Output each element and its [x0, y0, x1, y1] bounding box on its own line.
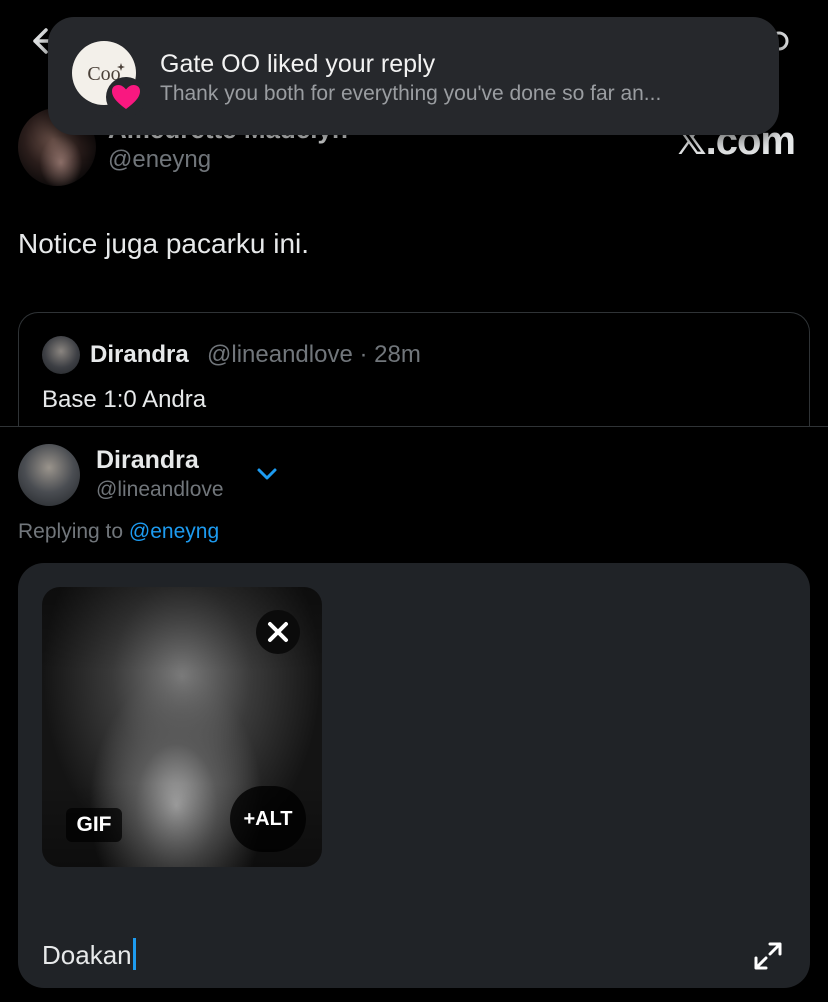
close-icon — [268, 622, 288, 642]
remove-gif-button[interactable] — [256, 610, 300, 654]
replying-to-handle-link[interactable]: @eneyng — [129, 520, 219, 543]
reply-text-input[interactable]: Doakan — [42, 938, 136, 971]
author-handle: @lineandlove — [96, 478, 224, 501]
gif-badge: GIF — [66, 808, 122, 842]
quoted-tweet-avatar — [42, 336, 80, 374]
replying-to-label: Replying to @eneyng — [18, 520, 219, 544]
text-cursor — [132, 938, 136, 970]
compose-divider — [0, 426, 828, 427]
expand-icon[interactable] — [752, 940, 784, 972]
reply-text-value: Doakan — [42, 940, 132, 970]
author-display-name: Dirandra — [96, 446, 199, 474]
notification-title: Gate OO liked your reply — [160, 50, 436, 78]
like-badge — [106, 77, 146, 117]
add-alt-text-button[interactable]: +ALT — [230, 786, 306, 852]
replying-to-prefix: Replying to — [18, 520, 129, 543]
notification-body: Thank you both for everything you've don… — [160, 82, 662, 105]
heart-icon — [112, 85, 140, 109]
chevron-down-icon[interactable] — [256, 466, 278, 482]
original-tweet-handle[interactable]: @eneyng — [108, 146, 211, 174]
quoted-tweet-display-name: Dirandra — [90, 341, 189, 368]
original-tweet-text: Notice juga pacarku ini. — [18, 228, 310, 259]
author-avatar[interactable] — [18, 444, 80, 506]
quoted-tweet-meta: @lineandlove · 28m — [207, 341, 421, 368]
quoted-tweet-text: Base 1:0 Andra — [42, 386, 207, 413]
